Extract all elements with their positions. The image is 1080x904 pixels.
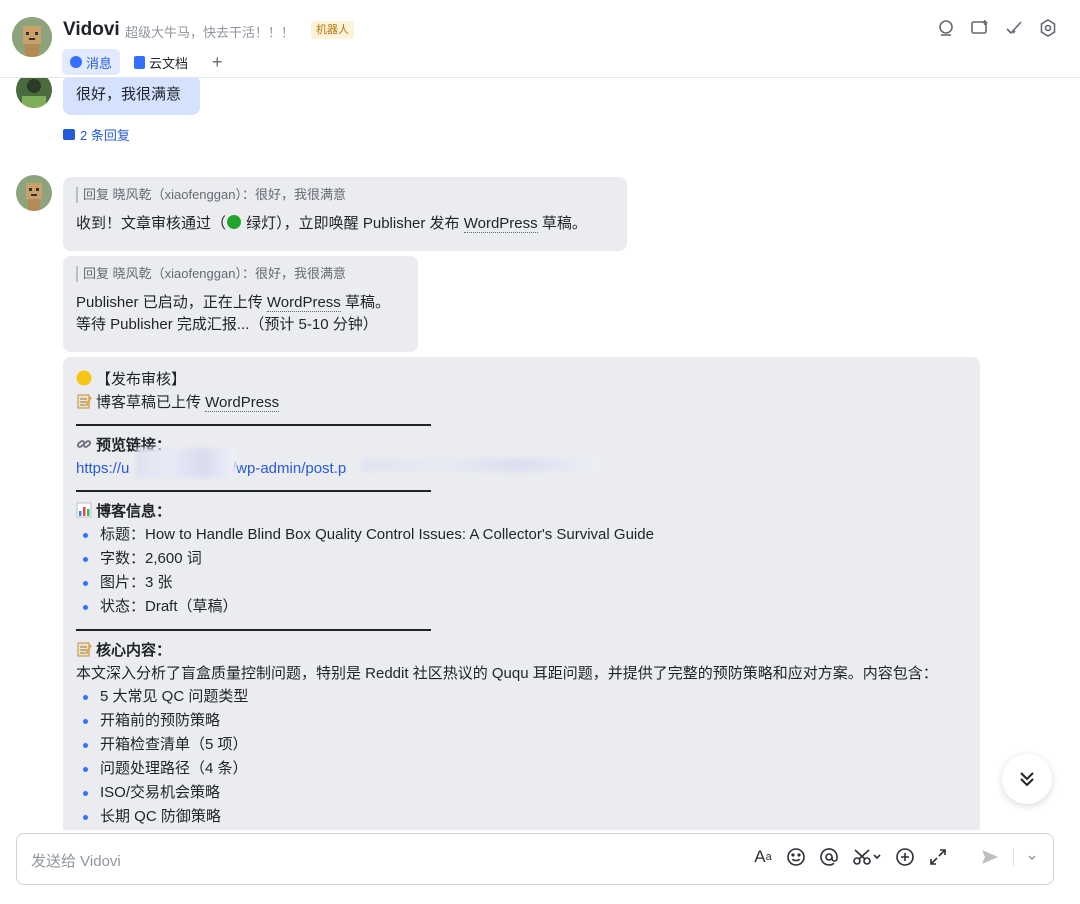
core-content-list: 5 大常见 QC 问题类型 开箱前的预防策略 开箱检查清单（5 项） 问题处理路… xyxy=(76,685,967,829)
user-avatar[interactable] xyxy=(16,78,52,108)
done-icon[interactable] xyxy=(1004,18,1024,38)
wordpress-term[interactable]: WordPress xyxy=(205,394,280,412)
yellow-circle-icon xyxy=(76,370,92,386)
wordpress-term[interactable]: WordPress xyxy=(463,215,538,233)
list-item: 字数：2,600 词 xyxy=(76,547,967,571)
scroll-down-icon xyxy=(1020,772,1034,787)
tab-cloud-docs-label: 云文档 xyxy=(149,55,189,71)
message-icon xyxy=(70,56,82,68)
list-item: 标题：How to Handle Blind Box Quality Contr… xyxy=(76,523,967,547)
blog-info-list: 标题：How to Handle Blind Box Quality Contr… xyxy=(76,523,967,619)
chevron-down-icon[interactable] xyxy=(1027,846,1037,868)
thread-replies-link[interactable]: 2 条回复 xyxy=(63,125,130,144)
scroll-to-bottom-button[interactable] xyxy=(1002,754,1052,804)
message-bubble-publish-review[interactable]: 【发布审核】 博客草稿已上传 WordPress 预览链接： https://u… xyxy=(63,357,980,830)
message-bubble[interactable]: 回复 晓风乾（xiaofenggan）：很好，我很满意 Publisher 已启… xyxy=(63,256,418,352)
toolbar-divider xyxy=(1013,848,1014,866)
core-content-text: 本文深入分析了盲盒质量控制问题，特别是 Reddit 社区热议的 Ququ 耳距… xyxy=(76,665,938,682)
bar-chart-icon xyxy=(76,502,92,518)
message-text-part: 草稿。 xyxy=(340,294,390,311)
reply-icon xyxy=(63,129,75,140)
redacted-blur xyxy=(361,458,601,472)
reply-quote[interactable]: 回复 晓风乾（xiaofenggan）：很好，我很满意 xyxy=(76,266,405,282)
font-icon[interactable]: Aa xyxy=(753,846,773,868)
link-icon xyxy=(76,440,92,448)
memo-icon xyxy=(77,394,92,409)
emoji-icon[interactable] xyxy=(786,846,806,868)
divider xyxy=(76,629,431,631)
message-text: 收到！文章审核通过（ 绿灯），立即唤醒 Publisher 发布 WordPre… xyxy=(76,213,614,235)
tab-messages-label: 消息 xyxy=(86,55,113,71)
mention-icon[interactable] xyxy=(819,846,839,868)
message-bubble[interactable]: 回复 晓风乾（xiaofenggan）：很好，我很满意 收到！文章审核通过（ 绿… xyxy=(63,177,627,251)
header-actions xyxy=(936,18,1058,38)
message-input-placeholder: 发送给 Vidovi xyxy=(31,853,121,870)
memo-icon xyxy=(77,642,92,657)
message-text-part: 收到！文章审核通过（ xyxy=(76,215,227,232)
message-text-line: 等待 Publisher 完成汇报...（预计 5-10 分钟） xyxy=(76,316,378,333)
list-item: 开箱检查清单（5 项） xyxy=(76,733,967,757)
tab-messages[interactable]: 消息 xyxy=(62,49,121,75)
chat-title[interactable]: Vidovi xyxy=(63,19,120,41)
add-tab-button[interactable]: + xyxy=(204,49,231,75)
divider xyxy=(76,490,431,492)
green-circle-icon xyxy=(227,215,242,229)
bot-avatar[interactable] xyxy=(12,17,52,57)
message-text-part: Publisher 已启动，正在上传 xyxy=(76,294,267,311)
new-topic-icon[interactable] xyxy=(970,18,990,38)
review-subtitle-text: 博客草稿已上传 xyxy=(96,394,206,411)
list-item: ISO/交易机会策略 xyxy=(76,781,967,805)
chat-header: Vidovi 超级大牛马，快去干活！！！ 机器人 消息 云文档 + xyxy=(0,0,1080,78)
list-item: 开箱前的预防策略 xyxy=(76,709,967,733)
message-bubble[interactable]: 很好，我很满意 xyxy=(63,78,200,115)
core-content-label-text: 核心内容： xyxy=(96,642,172,659)
bot-badge: 机器人 xyxy=(311,21,354,39)
redacted-blur xyxy=(136,448,236,478)
message-text-part: 绿灯），立即唤醒 Publisher 发布 xyxy=(242,215,464,232)
core-content-label: 核心内容： xyxy=(76,639,967,662)
list-item: 5 大常见 QC 问题类型 xyxy=(76,685,967,709)
blog-info-label-text: 博客信息： xyxy=(96,503,172,520)
thread-replies-count: 2 条回复 xyxy=(80,128,130,143)
blog-info-label: 博客信息： xyxy=(76,500,967,523)
preview-link-row: https://u /wp-admin/post.p xyxy=(76,448,967,480)
preview-link-path[interactable]: /wp-admin/post.p xyxy=(232,457,346,480)
review-subtitle: 博客草稿已上传 WordPress xyxy=(76,391,967,414)
chat-signature: 超级大牛马，快去干活！！！ xyxy=(125,25,295,40)
reply-quote[interactable]: 回复 晓风乾（xiaofenggan）：很好，我很满意 xyxy=(76,187,614,203)
message-input[interactable]: 发送给 Vidovi Aa xyxy=(16,833,1054,885)
list-item: 图片：3 张 xyxy=(76,571,967,595)
plus-circle-icon[interactable] xyxy=(895,846,915,868)
composer: 发送给 Vidovi Aa xyxy=(0,830,1080,904)
list-item: 问题处理路径（4 条） xyxy=(76,757,967,781)
message-text: Publisher 已启动，正在上传 WordPress 草稿。 xyxy=(76,292,405,314)
list-item: 长期 QC 防御策略 xyxy=(76,805,967,829)
divider xyxy=(76,424,431,426)
bot-message-avatar[interactable] xyxy=(16,175,52,211)
message-text: 很好，我很满意 xyxy=(76,86,182,103)
review-title-text: 【发布审核】 xyxy=(96,371,187,388)
message-text-part: 草稿。 xyxy=(537,215,587,232)
list-item: 状态：Draft（草稿） xyxy=(76,595,967,619)
send-icon[interactable] xyxy=(980,846,1000,868)
tab-cloud-docs[interactable]: 云文档 xyxy=(126,49,196,75)
scissors-icon[interactable] xyxy=(852,846,882,868)
review-title: 【发布审核】 xyxy=(76,368,967,391)
message-list[interactable]: 很好，我很满意 2 条回复 回复 晓风乾（xiaofenggan）：很好，我很满… xyxy=(0,78,1080,830)
settings-icon[interactable] xyxy=(1038,18,1058,38)
wordpress-term[interactable]: WordPress xyxy=(266,294,341,312)
search-icon[interactable] xyxy=(936,18,956,38)
doc-icon xyxy=(134,55,145,69)
expand-icon[interactable] xyxy=(928,846,948,868)
preview-link-start[interactable]: https://u xyxy=(76,460,129,477)
composer-toolbar: Aa xyxy=(753,846,1037,868)
